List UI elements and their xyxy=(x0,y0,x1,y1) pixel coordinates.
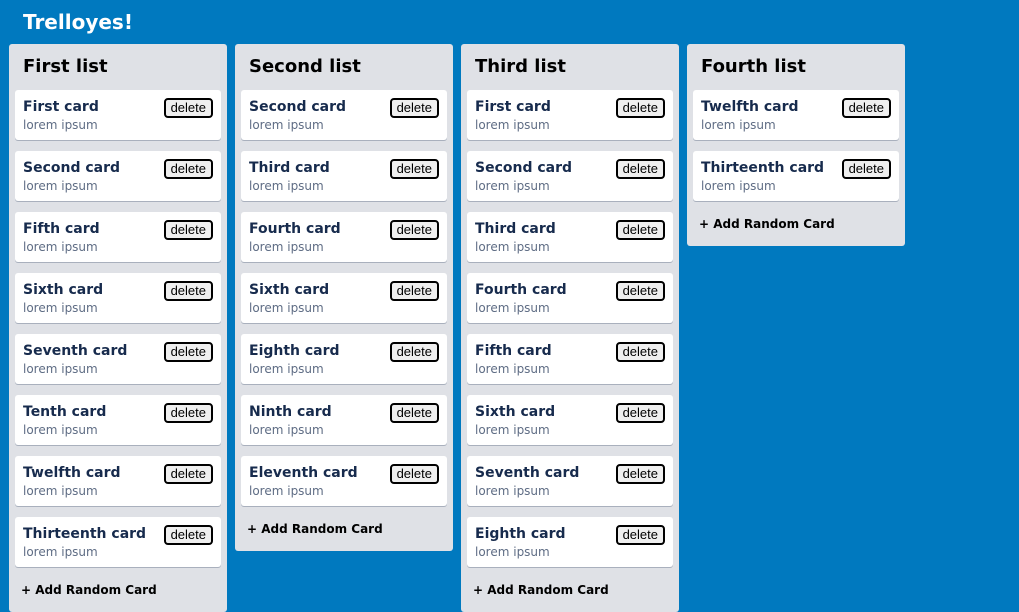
delete-button[interactable]: delete xyxy=(389,464,439,484)
card-list: delete First card lorem ipsum delete Second … xyxy=(9,90,227,567)
list: Fourth list delete Twelfth card lorem ipsum… xyxy=(687,44,905,246)
card-content: lorem ipsum xyxy=(701,118,776,132)
delete-button[interactable]: delete xyxy=(389,281,439,301)
card[interactable]: delete Third card lorem ipsum xyxy=(467,212,673,262)
delete-button[interactable]: delete xyxy=(163,525,213,545)
card-content: lorem ipsum xyxy=(249,301,324,315)
card[interactable]: delete Second card lorem ipsum xyxy=(15,151,221,201)
card[interactable]: delete Eighth card lorem ipsum xyxy=(241,334,447,384)
card[interactable]: delete Third card lorem ipsum xyxy=(241,151,447,201)
card-content: lorem ipsum xyxy=(23,362,98,376)
card-content: lorem ipsum xyxy=(249,484,324,498)
card-content: lorem ipsum xyxy=(249,362,324,376)
card-content: lorem ipsum xyxy=(23,179,98,193)
list-title: First list xyxy=(23,56,108,77)
delete-button[interactable]: delete xyxy=(389,403,439,423)
delete-button[interactable]: delete xyxy=(389,98,439,118)
list: First list delete First card lorem ipsum del… xyxy=(9,44,227,612)
add-random-card-button[interactable]: + Add Random Card xyxy=(461,578,679,606)
card-content: lorem ipsum xyxy=(23,240,98,254)
card-content: lorem ipsum xyxy=(23,545,98,559)
card-content: lorem ipsum xyxy=(249,118,324,132)
card[interactable]: delete Sixth card lorem ipsum xyxy=(241,273,447,323)
card[interactable]: delete Second card lorem ipsum xyxy=(467,151,673,201)
delete-button[interactable]: delete xyxy=(615,403,665,423)
card-content: lorem ipsum xyxy=(475,179,550,193)
card[interactable]: delete Fourth card lorem ipsum xyxy=(467,273,673,323)
list-title: Second list xyxy=(249,56,361,77)
card[interactable]: delete Twelfth card lorem ipsum xyxy=(693,90,899,140)
delete-button[interactable]: delete xyxy=(389,342,439,362)
delete-button[interactable]: delete xyxy=(615,464,665,484)
card[interactable]: delete Seventh card lorem ipsum xyxy=(467,456,673,506)
card[interactable]: delete Eighth card lorem ipsum xyxy=(467,517,673,567)
delete-button[interactable]: delete xyxy=(163,159,213,179)
card-content: lorem ipsum xyxy=(23,118,98,132)
card-content: lorem ipsum xyxy=(701,179,776,193)
card-content: lorem ipsum xyxy=(475,545,550,559)
card-list: delete Second card lorem ipsum delete Third … xyxy=(235,90,453,506)
card-content: lorem ipsum xyxy=(475,118,550,132)
card[interactable]: delete Seventh card lorem ipsum xyxy=(15,334,221,384)
card-content: lorem ipsum xyxy=(249,240,324,254)
delete-button[interactable]: delete xyxy=(615,220,665,240)
add-random-card-button[interactable]: + Add Random Card xyxy=(9,578,227,606)
delete-button[interactable]: delete xyxy=(841,159,891,179)
delete-button[interactable]: delete xyxy=(389,220,439,240)
card-content: lorem ipsum xyxy=(249,179,324,193)
delete-button[interactable]: delete xyxy=(615,159,665,179)
card-content: lorem ipsum xyxy=(475,301,550,315)
card[interactable]: delete Twelfth card lorem ipsum xyxy=(15,456,221,506)
card-content: lorem ipsum xyxy=(23,301,98,315)
delete-button[interactable]: delete xyxy=(615,281,665,301)
add-random-card-button[interactable]: + Add Random Card xyxy=(235,517,453,545)
card[interactable]: delete Ninth card lorem ipsum xyxy=(241,395,447,445)
delete-button[interactable]: delete xyxy=(389,159,439,179)
card[interactable]: delete Sixth card lorem ipsum xyxy=(15,273,221,323)
delete-button[interactable]: delete xyxy=(163,464,213,484)
card-content: lorem ipsum xyxy=(249,423,324,437)
card[interactable]: delete Fourth card lorem ipsum xyxy=(241,212,447,262)
card[interactable]: delete Second card lorem ipsum xyxy=(241,90,447,140)
card[interactable]: delete Thirteenth card lorem ipsum xyxy=(693,151,899,201)
app-title: Trelloyes! xyxy=(23,10,133,34)
delete-button[interactable]: delete xyxy=(163,403,213,423)
delete-button[interactable]: delete xyxy=(615,525,665,545)
card[interactable]: delete Fifth card lorem ipsum xyxy=(15,212,221,262)
add-random-card-button[interactable]: + Add Random Card xyxy=(687,212,905,240)
list: Third list delete First card lorem ipsum del… xyxy=(461,44,679,612)
card-content: lorem ipsum xyxy=(23,484,98,498)
list-title: Third list xyxy=(475,56,566,77)
card[interactable]: delete Thirteenth card lorem ipsum xyxy=(15,517,221,567)
card[interactable]: delete Tenth card lorem ipsum xyxy=(15,395,221,445)
delete-button[interactable]: delete xyxy=(163,98,213,118)
card-content: lorem ipsum xyxy=(475,362,550,376)
card-content: lorem ipsum xyxy=(475,240,550,254)
delete-button[interactable]: delete xyxy=(163,281,213,301)
card-list: delete First card lorem ipsum delete Second … xyxy=(461,90,679,567)
card[interactable]: delete First card lorem ipsum xyxy=(15,90,221,140)
delete-button[interactable]: delete xyxy=(163,342,213,362)
card-content: lorem ipsum xyxy=(475,423,550,437)
delete-button[interactable]: delete xyxy=(615,98,665,118)
delete-button[interactable]: delete xyxy=(163,220,213,240)
card[interactable]: delete Sixth card lorem ipsum xyxy=(467,395,673,445)
card-content: lorem ipsum xyxy=(23,423,98,437)
card[interactable]: delete Fifth card lorem ipsum xyxy=(467,334,673,384)
list: Second list delete Second card lorem ipsum d… xyxy=(235,44,453,551)
list-title: Fourth list xyxy=(701,56,806,77)
card[interactable]: delete Eleventh card lorem ipsum xyxy=(241,456,447,506)
delete-button[interactable]: delete xyxy=(615,342,665,362)
card-list: delete Twelfth card lorem ipsum delete Thirt… xyxy=(687,90,905,201)
card-content: lorem ipsum xyxy=(475,484,550,498)
board: First list delete First card lorem ipsum del… xyxy=(9,44,905,612)
card[interactable]: delete First card lorem ipsum xyxy=(467,90,673,140)
delete-button[interactable]: delete xyxy=(841,98,891,118)
